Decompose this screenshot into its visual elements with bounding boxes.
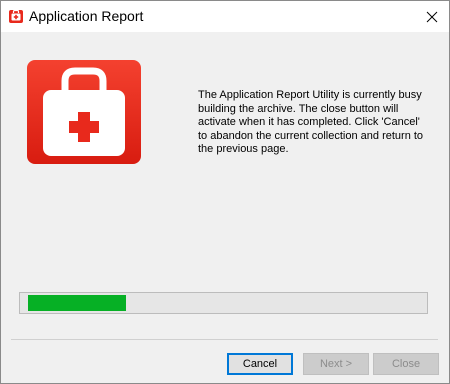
message-line: activate when it has completed. Click 'C…	[198, 116, 420, 128]
message-line: building the archive. The close button w…	[198, 102, 399, 115]
status-message: The Application Report Utility is curren…	[198, 89, 428, 157]
divider	[11, 339, 438, 340]
progress-fill	[28, 295, 126, 311]
first-aid-kit-icon	[27, 60, 141, 164]
close-button[interactable]: Close	[373, 353, 439, 375]
application-report-window: Application Report The Application Repor…	[0, 0, 450, 384]
window-title: Application Report	[29, 8, 144, 24]
title-bar: Application Report	[1, 1, 449, 32]
message-line: to abandon the current collection and re…	[198, 129, 424, 142]
message-line: the previous page.	[198, 143, 289, 155]
progress-bar	[19, 292, 428, 314]
first-aid-kit-icon	[9, 9, 23, 23]
cancel-button[interactable]: Cancel	[227, 353, 293, 375]
next-button[interactable]: Next >	[303, 353, 369, 375]
window-close-button[interactable]	[415, 1, 449, 32]
message-line: The Application Report Utility is curren…	[198, 89, 422, 101]
close-icon	[426, 11, 438, 22]
